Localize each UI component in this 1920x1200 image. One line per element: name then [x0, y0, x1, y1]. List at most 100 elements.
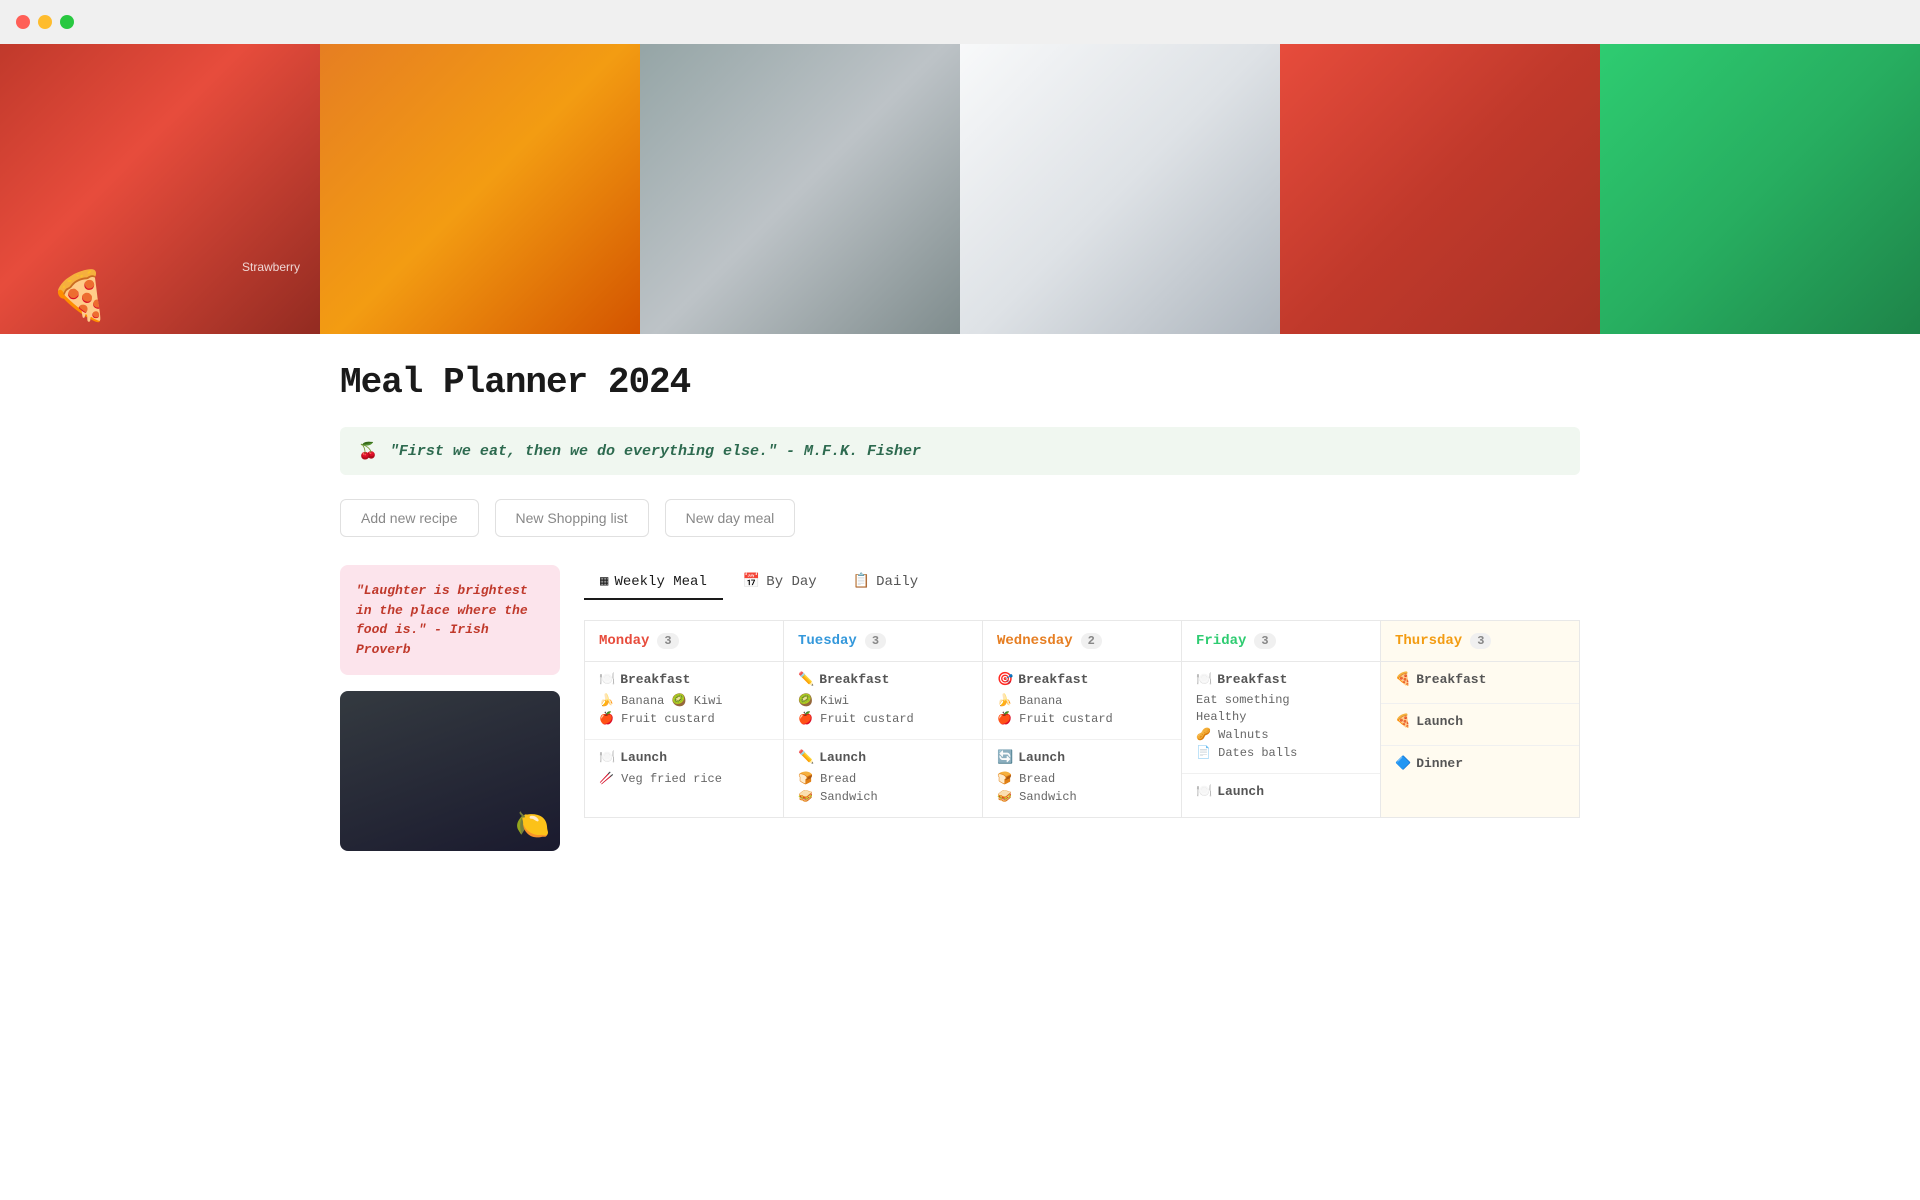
friday-breakfast-icon: 🍽️ — [1196, 672, 1212, 687]
meal-item: 🥢 Veg fried rice — [599, 771, 769, 786]
breakfast-icon: 🍽️ — [599, 672, 615, 687]
hero-banner: 🍕 — [0, 44, 1920, 334]
day-header-thursday: Thursday 3 — [1381, 621, 1579, 662]
meal-item: 🍎 Fruit custard — [599, 711, 769, 726]
day-header-wednesday: Wednesday 2 — [983, 621, 1181, 662]
add-recipe-button[interactable]: Add new recipe — [340, 499, 479, 537]
day-header-friday: Friday 3 — [1182, 621, 1380, 662]
meal-item: 🍌 Banana 🥝 Kiwi — [599, 693, 769, 708]
meal-item: 🍎 Fruit custard — [798, 711, 968, 726]
meal-item: 🍞 Bread — [997, 771, 1167, 786]
wednesday-breakfast: 🎯 Breakfast 🍌 Banana 🍎 Fruit custard — [983, 662, 1181, 740]
thursday-dinner-label: 🔷 Dinner — [1395, 756, 1565, 771]
thursday-dinner: 🔷 Dinner — [1381, 746, 1579, 787]
friday-breakfast: 🍽️ Breakfast Eat something Healthy 🥜 Wal… — [1182, 662, 1380, 774]
tuesday-breakfast: ✏️ Breakfast 🥝 Kiwi 🍎 Fruit custard — [784, 662, 982, 740]
day-column-monday: Monday 3 🍽️ Breakfast 🍌 Banana 🥝 Kiwi 🍎 … — [584, 620, 783, 818]
thursday-count: 3 — [1470, 633, 1491, 649]
friday-label: Friday — [1196, 633, 1246, 649]
meal-item: Healthy — [1196, 710, 1366, 724]
thursday-launch-label: 🍕 Launch — [1395, 714, 1565, 729]
tab-by-day[interactable]: 📅 By Day — [727, 565, 833, 600]
wednesday-count: 2 — [1081, 633, 1102, 649]
daily-icon: 📋 — [853, 573, 870, 590]
meal-item: Eat something — [1196, 693, 1366, 707]
meal-item: 🍎 Fruit custard — [997, 711, 1167, 726]
left-sidebar: "Laughter is brightest in the place wher… — [340, 565, 560, 851]
day-column-tuesday: Tuesday 3 ✏️ Breakfast 🥝 Kiwi 🍎 Fruit cu… — [783, 620, 982, 818]
day-column-friday: Friday 3 🍽️ Breakfast Eat something Heal… — [1181, 620, 1380, 818]
friday-launch-label: 🍽️ Launch — [1196, 784, 1366, 799]
hero-segment-5 — [1280, 44, 1600, 334]
monday-launch-label: 🍽️ Launch — [599, 750, 769, 765]
titlebar — [0, 0, 1920, 44]
thursday-launch-icon: 🍕 — [1395, 714, 1411, 729]
pencil-launch-icon: ✏️ — [798, 750, 814, 765]
main-quote-box: 🍒 "First we eat, then we do everything e… — [340, 427, 1580, 475]
meal-grid: Monday 3 🍽️ Breakfast 🍌 Banana 🥝 Kiwi 🍎 … — [584, 620, 1580, 818]
new-day-meal-button[interactable]: New day meal — [665, 499, 796, 537]
by-day-label: By Day — [766, 574, 816, 590]
tuesday-launch-label: ✏️ Launch — [798, 750, 968, 765]
hero-segment-4 — [960, 44, 1280, 334]
friday-launch-icon: 🍽️ — [1196, 784, 1212, 799]
day-column-thursday: Thursday 3 🍕 Breakfast 🍕 Launch — [1380, 620, 1580, 818]
pencil-icon: ✏️ — [798, 672, 814, 687]
by-day-icon: 📅 — [743, 573, 760, 590]
minimize-button[interactable] — [38, 15, 52, 29]
friday-launch: 🍽️ Launch — [1182, 774, 1380, 815]
friday-count: 3 — [1254, 633, 1275, 649]
friday-breakfast-label: 🍽️ Breakfast — [1196, 672, 1366, 687]
meal-item: 🍞 Bread — [798, 771, 968, 786]
right-content: ▦ Weekly Meal 📅 By Day 📋 Daily Monday — [584, 565, 1580, 851]
launch-icon: 🍽️ — [599, 750, 615, 765]
maximize-button[interactable] — [60, 15, 74, 29]
tab-daily[interactable]: 📋 Daily — [837, 565, 934, 600]
sidebar-quote-text: "Laughter is brightest in the place wher… — [356, 581, 544, 659]
tuesday-count: 3 — [865, 633, 886, 649]
meal-item: 🥜 Walnuts — [1196, 727, 1366, 742]
wednesday-label: Wednesday — [997, 633, 1073, 649]
meal-item: 🍌 Banana — [997, 693, 1167, 708]
thursday-label: Thursday — [1395, 633, 1462, 649]
tab-bar: ▦ Weekly Meal 📅 By Day 📋 Daily — [584, 565, 1580, 600]
hero-segment-1: 🍕 — [0, 44, 320, 334]
thursday-breakfast-icon: 🍕 — [1395, 672, 1411, 687]
wednesday-launch: 🔄 Launch 🍞 Bread 🥪 Sandwich — [983, 740, 1181, 817]
pizza-icon: 🍕 — [50, 267, 110, 324]
tuesday-label: Tuesday — [798, 633, 857, 649]
monday-label: Monday — [599, 633, 649, 649]
day-header-monday: Monday 3 — [585, 621, 783, 662]
quote-icon: 🍒 — [358, 441, 378, 461]
close-button[interactable] — [16, 15, 30, 29]
meal-item: 🥪 Sandwich — [798, 789, 968, 804]
day-header-tuesday: Tuesday 3 — [784, 621, 982, 662]
wednesday-launch-label: 🔄 Launch — [997, 750, 1167, 765]
day-column-wednesday: Wednesday 2 🎯 Breakfast 🍌 Banana 🍎 Fruit… — [982, 620, 1181, 818]
meal-item: 📄 Dates balls — [1196, 745, 1366, 760]
new-shopping-list-button[interactable]: New Shopping list — [495, 499, 649, 537]
weekly-meal-label: Weekly Meal — [614, 574, 706, 590]
daily-label: Daily — [876, 574, 918, 590]
wednesday-breakfast-label: 🎯 Breakfast — [997, 672, 1167, 687]
target-icon: 🎯 — [997, 672, 1013, 687]
thursday-breakfast: 🍕 Breakfast — [1381, 662, 1579, 704]
sidebar-image — [340, 691, 560, 851]
thursday-dinner-icon: 🔷 — [1395, 756, 1411, 771]
hero-segment-2 — [320, 44, 640, 334]
hero-segment-6 — [1600, 44, 1920, 334]
meal-item: 🥪 Sandwich — [997, 789, 1167, 804]
hero-segment-3 — [640, 44, 960, 334]
tuesday-breakfast-label: ✏️ Breakfast — [798, 672, 968, 687]
thursday-launch: 🍕 Launch — [1381, 704, 1579, 746]
thursday-breakfast-label: 🍕 Breakfast — [1395, 672, 1565, 687]
tuesday-launch: ✏️ Launch 🍞 Bread 🥪 Sandwich — [784, 740, 982, 817]
weekly-meal-icon: ▦ — [600, 573, 608, 590]
monday-count: 3 — [657, 633, 678, 649]
tab-weekly-meal[interactable]: ▦ Weekly Meal — [584, 565, 723, 600]
page-title: Meal Planner 2024 — [340, 362, 1580, 403]
meal-item: 🥝 Kiwi — [798, 693, 968, 708]
monday-launch: 🍽️ Launch 🥢 Veg fried rice — [585, 740, 783, 799]
action-row: Add new recipe New Shopping list New day… — [340, 499, 1580, 537]
sidebar-quote-box: "Laughter is brightest in the place wher… — [340, 565, 560, 675]
